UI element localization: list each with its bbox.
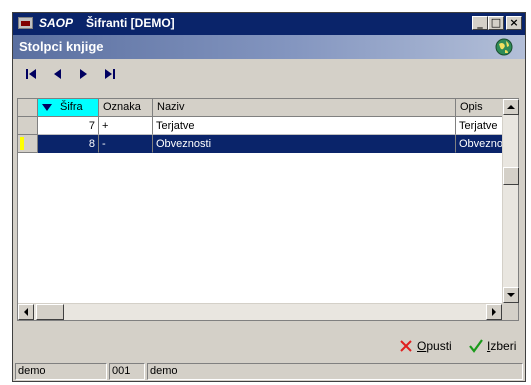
cell-sifra[interactable]: 7 [38, 117, 99, 135]
cancel-x-icon [400, 340, 412, 352]
select-label: zberi [490, 339, 517, 353]
data-grid[interactable]: Šifra Oznaka Naziv Opis 7 + Terjatve Ter… [17, 98, 519, 321]
title-bar[interactable]: SAOP Šifranti [DEMO] _ □ × [13, 13, 525, 35]
cell-sifra[interactable]: 8 [38, 135, 99, 153]
close-button[interactable]: × [506, 16, 522, 30]
current-row-marker [20, 137, 24, 150]
row-indicator-current[interactable] [18, 135, 38, 153]
cell-naziv[interactable]: Obveznosti [153, 135, 456, 153]
next-record-icon [80, 69, 87, 79]
cell-oznaka[interactable]: - [99, 135, 153, 153]
column-header-oznaka[interactable]: Oznaka [99, 99, 153, 117]
arrow-up-icon [507, 105, 515, 109]
cancel-label: pusti [426, 339, 452, 353]
maximize-button[interactable]: □ [488, 16, 504, 30]
column-header-opis[interactable]: Opis [456, 99, 502, 117]
scroll-right-button[interactable] [486, 304, 502, 320]
scroll-down-button[interactable] [503, 287, 519, 303]
first-record-button[interactable] [21, 65, 43, 83]
minimize-button[interactable]: _ [472, 16, 488, 30]
row-indicator[interactable] [18, 117, 38, 135]
arrow-down-icon [507, 293, 515, 297]
window-title: Šifranti [DEMO] [86, 16, 175, 30]
previous-record-button[interactable] [47, 65, 69, 83]
scroll-left-button[interactable] [18, 304, 34, 320]
horizontal-scrollbar[interactable] [18, 303, 502, 320]
app-icon[interactable] [18, 17, 33, 29]
cell-opis[interactable]: Terjatve [456, 117, 502, 135]
status-user: demo [15, 363, 107, 380]
column-header-naziv[interactable]: Naziv [153, 99, 456, 117]
status-company: demo [147, 363, 523, 380]
last-record-button[interactable] [99, 65, 121, 83]
select-button[interactable]: Izberi [469, 337, 516, 355]
previous-record-icon [54, 69, 61, 79]
status-code: 001 [109, 363, 145, 380]
next-record-button[interactable] [73, 65, 95, 83]
last-record-icon [105, 69, 115, 79]
form-header: Stolpci knjige [13, 35, 525, 59]
form-title: Stolpci knjige [19, 39, 104, 54]
vertical-scrollbar[interactable] [502, 99, 519, 303]
vertical-scroll-thumb[interactable] [503, 167, 519, 185]
status-bar: demo 001 demo [15, 363, 523, 380]
column-header-label: Naziv [157, 101, 185, 113]
column-header-label: Opis [460, 101, 483, 113]
cancel-hotkey: O [417, 339, 427, 353]
column-header-label: Šifra [60, 101, 83, 113]
column-header-label: Oznaka [103, 101, 141, 113]
scrollbar-corner [502, 303, 518, 320]
horizontal-scroll-thumb[interactable] [36, 304, 64, 320]
globe-icon[interactable] [495, 38, 513, 56]
first-record-icon [26, 69, 36, 79]
scroll-up-button[interactable] [503, 99, 519, 115]
app-brand: SAOP [39, 16, 74, 30]
window-controls: _ □ × [472, 16, 522, 30]
cell-opis[interactable]: Obveznosti [456, 135, 502, 153]
column-header-sifra[interactable]: Šifra [38, 99, 99, 117]
checkmark-icon [469, 339, 483, 353]
row-indicator-header [18, 99, 38, 117]
cell-naziv[interactable]: Terjatve [153, 117, 456, 135]
arrow-left-icon [24, 308, 28, 316]
app-window: SAOP Šifranti [DEMO] _ □ × Stolpci knjig… [12, 12, 526, 382]
action-bar: Opusti Izberi [13, 335, 525, 357]
sort-descending-icon [42, 104, 52, 111]
arrow-right-icon [492, 308, 496, 316]
cancel-button[interactable]: Opusti [399, 337, 452, 355]
record-navigator [13, 59, 525, 89]
cell-oznaka[interactable]: + [99, 117, 153, 135]
